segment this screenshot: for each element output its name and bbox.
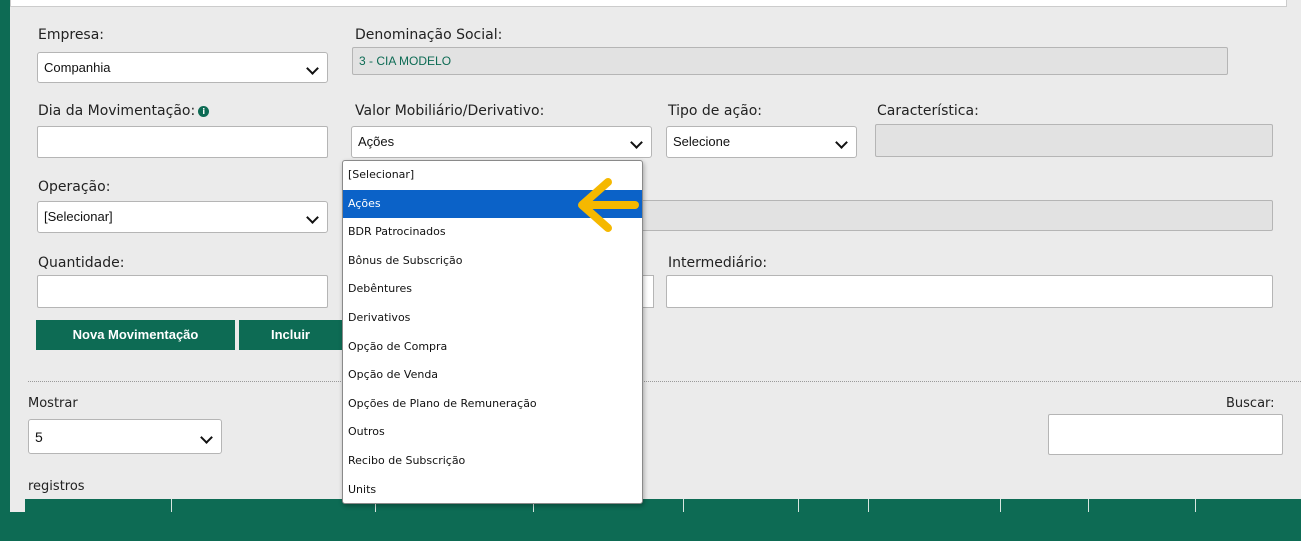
dropdown-option[interactable]: Opções de Plano de Remuneração [343, 390, 642, 419]
incluir-button[interactable]: Incluir [239, 320, 342, 350]
column-divider [1000, 499, 1001, 512]
mostrar-select[interactable]: 5 [28, 419, 222, 454]
tipo-select[interactable]: Selecione [666, 126, 857, 158]
tipo-label: Tipo de ação: [668, 103, 763, 119]
operacao-detail-field [640, 200, 1273, 231]
intermediario-input[interactable] [666, 275, 1273, 308]
column-divider [171, 499, 172, 512]
chevron-down-icon [630, 136, 643, 149]
dropdown-option[interactable]: Debêntures [343, 275, 642, 304]
dropdown-option[interactable]: Units [343, 476, 642, 505]
info-icon[interactable]: i [198, 106, 210, 117]
arrow-left-icon [578, 178, 639, 232]
tipo-select-value: Selecione [673, 134, 731, 149]
valor-label: Valor Mobiliário/Derivativo: [355, 103, 545, 119]
chevron-down-icon [200, 431, 213, 444]
chevron-down-icon [306, 62, 319, 75]
valor-select-value: Ações [358, 134, 395, 149]
empresa-select[interactable]: Companhia [37, 52, 328, 83]
dropdown-option[interactable]: Opção de Compra [343, 333, 642, 362]
table-header [25, 499, 1301, 512]
intermediario-label: Intermediário: [668, 255, 768, 271]
chevron-down-icon [835, 136, 848, 149]
dia-input[interactable] [37, 126, 328, 158]
caracteristica-label: Característica: [877, 103, 979, 119]
registros-label: registros [28, 479, 85, 494]
dropdown-option[interactable]: Bônus de Subscrição [343, 247, 642, 276]
column-divider [798, 499, 799, 512]
quantidade-input[interactable] [37, 275, 328, 308]
column-divider [1195, 499, 1196, 512]
form-panel: Empresa: Companhia Denominação Social: 3… [10, 0, 1301, 512]
operacao-label: Operação: [38, 179, 111, 195]
nova-movimentacao-button[interactable]: Nova Movimentação [36, 320, 235, 350]
column-divider [868, 499, 869, 512]
section-divider [28, 381, 1301, 382]
dropdown-option[interactable]: Derivativos [343, 304, 642, 333]
dia-label: Dia da Movimentação: i [38, 103, 210, 119]
valor-select[interactable]: Ações [351, 126, 652, 158]
caracteristica-field [875, 124, 1273, 157]
column-divider [683, 499, 684, 512]
quantidade-label: Quantidade: [38, 255, 125, 271]
buscar-label: Buscar: [1226, 396, 1275, 411]
chevron-down-icon [306, 211, 319, 224]
column-divider [1088, 499, 1089, 512]
mostrar-select-value: 5 [35, 429, 43, 445]
denominacao-label: Denominação Social: [355, 27, 503, 43]
dropdown-option[interactable]: Opção de Venda [343, 361, 642, 390]
dia-label-text: Dia da Movimentação: [38, 103, 196, 119]
operacao-select-value: [Selecionar] [44, 209, 113, 224]
dropdown-option[interactable]: Recibo de Subscrição [343, 447, 642, 476]
mostrar-label: Mostrar [28, 396, 78, 411]
empresa-label: Empresa: [38, 27, 105, 43]
denominacao-field: 3 - CIA MODELO [352, 47, 1228, 75]
operacao-select[interactable]: [Selecionar] [37, 201, 328, 233]
top-header-strip [10, 0, 1287, 7]
buscar-input[interactable] [1048, 414, 1283, 455]
dropdown-option[interactable]: Outros [343, 418, 642, 447]
empresa-select-value: Companhia [44, 60, 111, 75]
